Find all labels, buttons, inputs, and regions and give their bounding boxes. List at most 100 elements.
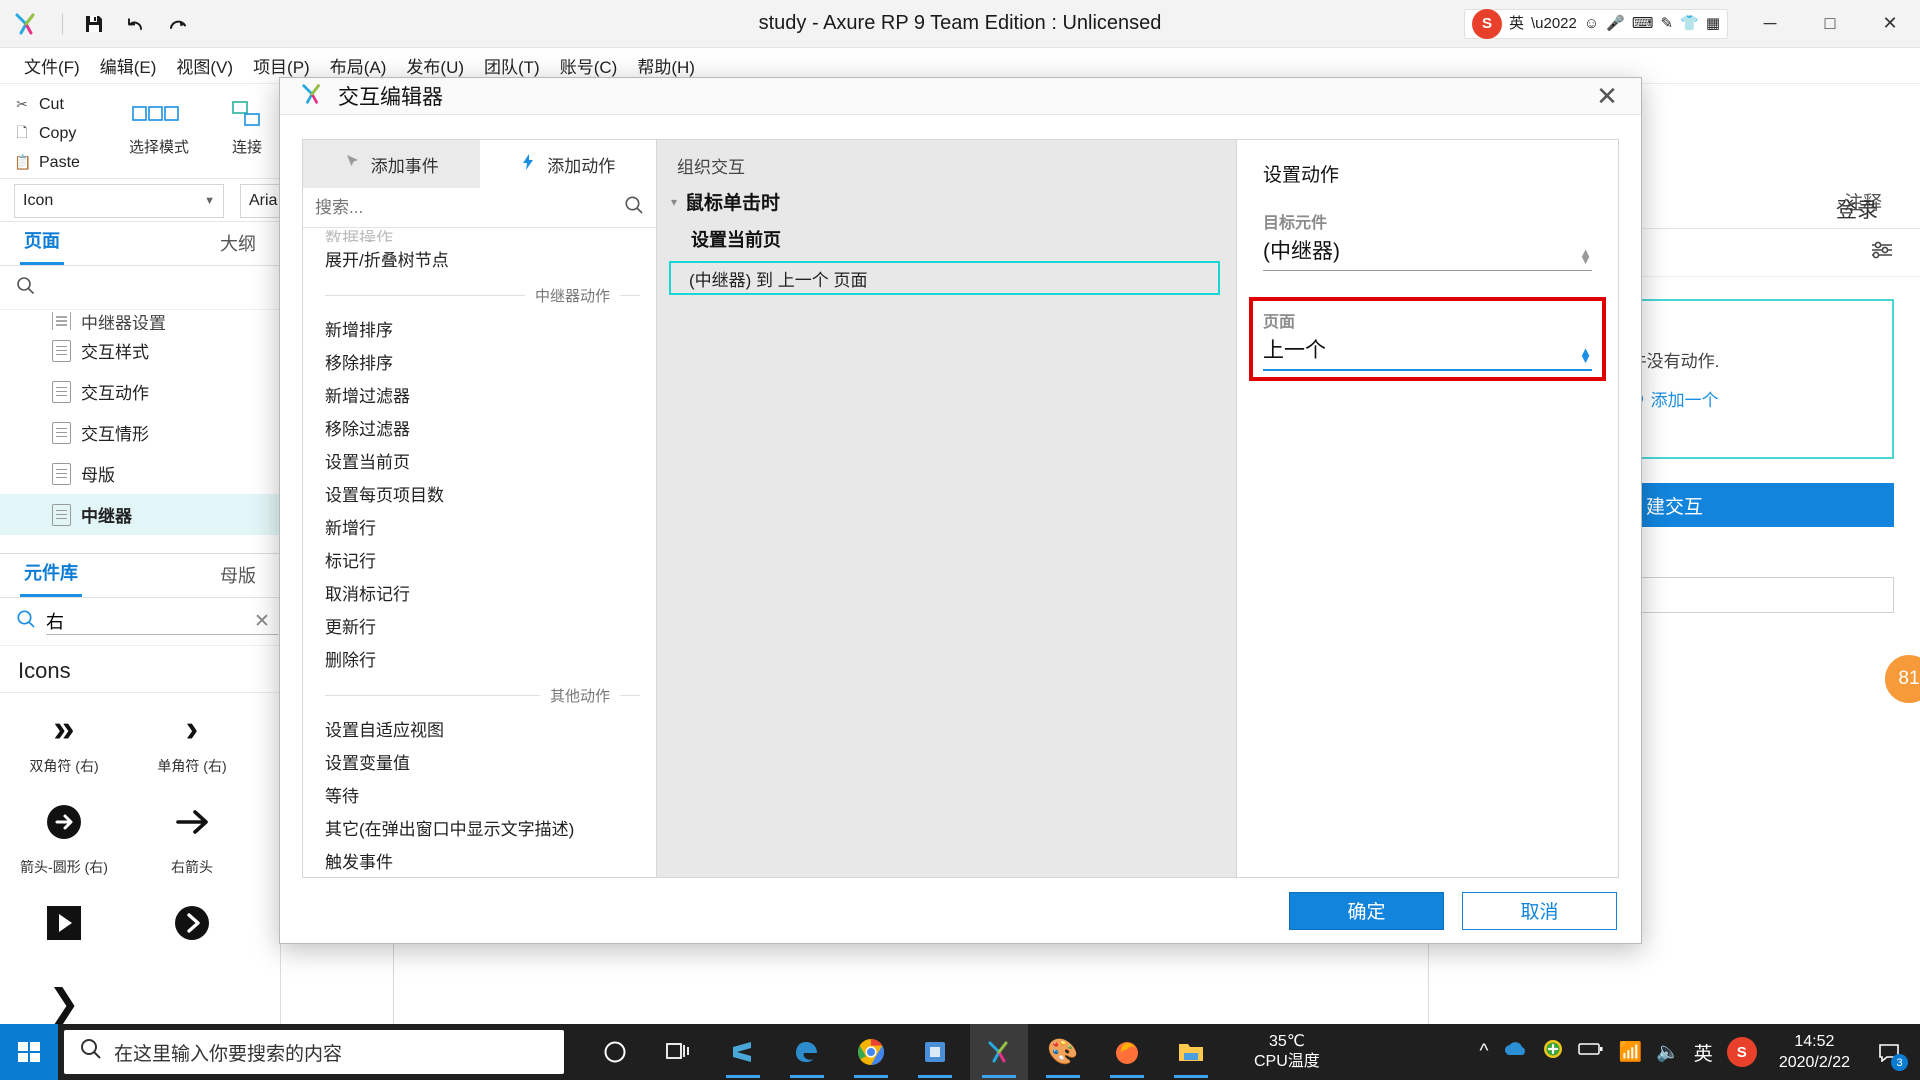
taskbar-search[interactable]: 在这里输入你要搜索的内容 bbox=[64, 1030, 564, 1074]
library-icon-item[interactable]: 右箭头 bbox=[128, 786, 256, 887]
taskbar-explorer-icon[interactable] bbox=[1162, 1024, 1220, 1080]
action-item-remove-filter[interactable]: 移除过滤器 bbox=[303, 411, 656, 444]
maximize-button[interactable]: □ bbox=[1800, 0, 1860, 48]
library-search-input[interactable] bbox=[46, 608, 278, 635]
spinner-icon[interactable]: ▲ ▼ bbox=[1579, 246, 1592, 266]
keyboard-icon[interactable]: ⌨ bbox=[1632, 16, 1654, 31]
sogou-icon[interactable]: S bbox=[1726, 1037, 1757, 1067]
action-item-remove-sort[interactable]: 移除排序 bbox=[303, 345, 656, 378]
windows-icon[interactable] bbox=[0, 1024, 58, 1080]
library-icon-item[interactable]: 箭头-圆形 (右) bbox=[0, 786, 128, 887]
library-icon-item[interactable]: » 双角符 (右) bbox=[0, 693, 128, 786]
skin-icon[interactable]: 👕 bbox=[1680, 16, 1699, 31]
undo-icon[interactable] bbox=[115, 6, 157, 42]
shape-select[interactable]: Icon ▼ bbox=[14, 184, 224, 218]
taskbar-edge-icon[interactable] bbox=[778, 1024, 836, 1080]
action-item-wait[interactable]: 等待 bbox=[303, 778, 656, 811]
caret-down-icon[interactable]: ▾ bbox=[671, 195, 677, 209]
toolbox-icon[interactable]: ▦ bbox=[1706, 16, 1720, 31]
menu-edit[interactable]: 编辑(E) bbox=[90, 49, 167, 82]
organize-action-detail[interactable]: (中继器) 到 上一个 页面 bbox=[669, 261, 1220, 296]
library-icon-item[interactable] bbox=[128, 887, 256, 968]
tab-widget-library[interactable]: 元件库 bbox=[20, 559, 82, 597]
clear-icon[interactable]: ✕ bbox=[254, 610, 270, 633]
tab-outline[interactable]: 大纲 bbox=[216, 230, 260, 265]
tree-item-master[interactable]: 母版 bbox=[0, 453, 280, 494]
close-button[interactable]: ✕ bbox=[1860, 0, 1920, 48]
library-icon-item[interactable]: › 单角符 (右) bbox=[128, 693, 256, 786]
ime-punct-icon[interactable]: \u2022 bbox=[1531, 16, 1577, 31]
connect-button[interactable]: 连接 bbox=[216, 92, 278, 157]
action-item-delete-row[interactable]: 删除行 bbox=[303, 642, 656, 675]
action-item-unmark-row[interactable]: 取消标记行 bbox=[303, 576, 656, 609]
action-item-clipped[interactable]: 数据操作 bbox=[303, 230, 656, 242]
organize-action-label[interactable]: 设置当前页 bbox=[657, 215, 1236, 261]
menu-view[interactable]: 视图(V) bbox=[166, 49, 243, 82]
target-element-select[interactable]: (中继器) ▲ ▼ bbox=[1263, 235, 1592, 272]
handwriting-icon[interactable]: ✎ bbox=[1661, 16, 1674, 31]
library-icon-item[interactable] bbox=[0, 887, 128, 968]
onedrive-icon[interactable] bbox=[1502, 1040, 1528, 1064]
close-icon[interactable]: ✕ bbox=[1587, 81, 1627, 112]
copy-button[interactable]: 🗋 Copy bbox=[14, 119, 109, 148]
action-item-update-row[interactable]: 更新行 bbox=[303, 609, 656, 642]
taskbar-cortana-icon[interactable] bbox=[586, 1024, 644, 1080]
paste-button[interactable]: 📋 Paste bbox=[14, 148, 109, 177]
tree-item-repeater[interactable]: 中继器 bbox=[0, 494, 280, 535]
redo-icon[interactable] bbox=[157, 6, 199, 42]
sogou-icon[interactable]: S bbox=[1471, 8, 1502, 39]
action-item-set-current-page[interactable]: 设置当前页 bbox=[303, 444, 656, 477]
action-item-add-row[interactable]: 新增行 bbox=[303, 510, 656, 543]
tree-item-repeater-settings[interactable]: 中继器设置 bbox=[0, 312, 280, 330]
tab-masters[interactable]: 母版 bbox=[216, 562, 260, 597]
chevron-up-icon[interactable]: ^ bbox=[1480, 1041, 1489, 1063]
action-item-mark-row[interactable]: 标记行 bbox=[303, 543, 656, 576]
action-item-other-popup[interactable]: 其它(在弹出窗口中显示文字描述) bbox=[303, 811, 656, 844]
ok-button[interactable]: 确定 bbox=[1289, 891, 1444, 930]
ime-toolbar[interactable]: S 英 \u2022 ☺ 🎤 ⌨ ✎ 👕 ▦ bbox=[1463, 8, 1728, 39]
action-item-fire-event[interactable]: 触发事件 bbox=[303, 844, 656, 877]
tree-item-interaction-action[interactable]: 交互动作 bbox=[0, 371, 280, 412]
minimize-button[interactable]: ─ bbox=[1740, 0, 1800, 48]
emoji-icon[interactable]: ☺ bbox=[1584, 16, 1599, 31]
cut-button[interactable]: ✂ Cut bbox=[14, 90, 109, 119]
save-icon[interactable] bbox=[73, 6, 115, 42]
tab-add-event[interactable]: 添加事件 bbox=[303, 140, 480, 189]
spinner-icon[interactable]: ▲ ▼ bbox=[1579, 345, 1592, 365]
taskbar-chrome-icon[interactable] bbox=[842, 1024, 900, 1080]
taskbar-clock[interactable]: 14:52 2020/2/22 bbox=[1771, 1031, 1858, 1073]
taskbar-firefox-icon[interactable] bbox=[1098, 1024, 1156, 1080]
login-link[interactable]: 登录 bbox=[1836, 194, 1878, 224]
page-select[interactable]: 上一个 ▲ ▼ bbox=[1263, 334, 1592, 372]
taskbar-axure-icon[interactable] bbox=[970, 1024, 1028, 1080]
tab-add-action[interactable]: 添加动作 bbox=[479, 140, 656, 189]
select-mode-button[interactable]: 选择模式 bbox=[128, 92, 190, 157]
ime-lang-label[interactable]: 英 bbox=[1509, 16, 1524, 31]
action-item-add-filter[interactable]: 新增过滤器 bbox=[303, 378, 656, 411]
volume-icon[interactable]: 🔈 bbox=[1656, 1040, 1680, 1064]
tab-pages[interactable]: 页面 bbox=[20, 227, 64, 265]
shield-plus-icon[interactable] bbox=[1542, 1038, 1564, 1066]
action-search-input[interactable] bbox=[315, 197, 616, 218]
battery-icon[interactable] bbox=[1578, 1041, 1604, 1063]
taskbar-sublime-icon[interactable] bbox=[714, 1024, 772, 1080]
action-item-set-items-per-page[interactable]: 设置每页项目数 bbox=[303, 477, 656, 510]
mic-icon[interactable]: 🎤 bbox=[1606, 16, 1625, 31]
ime-icon[interactable]: 英 bbox=[1694, 1039, 1713, 1066]
action-item-set-adaptive-view[interactable]: 设置自适应视图 bbox=[303, 712, 656, 745]
tree-item-interaction-style[interactable]: 交互样式 bbox=[0, 330, 280, 371]
add-interaction-link[interactable]: ⊕ 添加一个 bbox=[1630, 386, 1718, 411]
taskbar-taskview-icon[interactable] bbox=[650, 1024, 708, 1080]
taskbar-store-icon[interactable] bbox=[906, 1024, 964, 1080]
menu-file[interactable]: 文件(F) bbox=[14, 49, 90, 82]
notification-icon[interactable]: 3 bbox=[1872, 1035, 1908, 1071]
action-item-expand-collapse-tree[interactable]: 展开/折叠树节点 bbox=[303, 242, 656, 275]
sliders-icon[interactable] bbox=[1870, 240, 1894, 265]
pages-search[interactable] bbox=[0, 266, 280, 310]
cancel-button[interactable]: 取消 bbox=[1462, 891, 1617, 930]
search-icon[interactable] bbox=[624, 195, 644, 220]
organize-event-row[interactable]: ▾ 鼠标单击时 bbox=[657, 188, 1236, 215]
tree-item-interaction-case[interactable]: 交互情形 bbox=[0, 412, 280, 453]
action-item-add-sort[interactable]: 新增排序 bbox=[303, 312, 656, 345]
wifi-icon[interactable]: 📶 bbox=[1618, 1040, 1642, 1064]
